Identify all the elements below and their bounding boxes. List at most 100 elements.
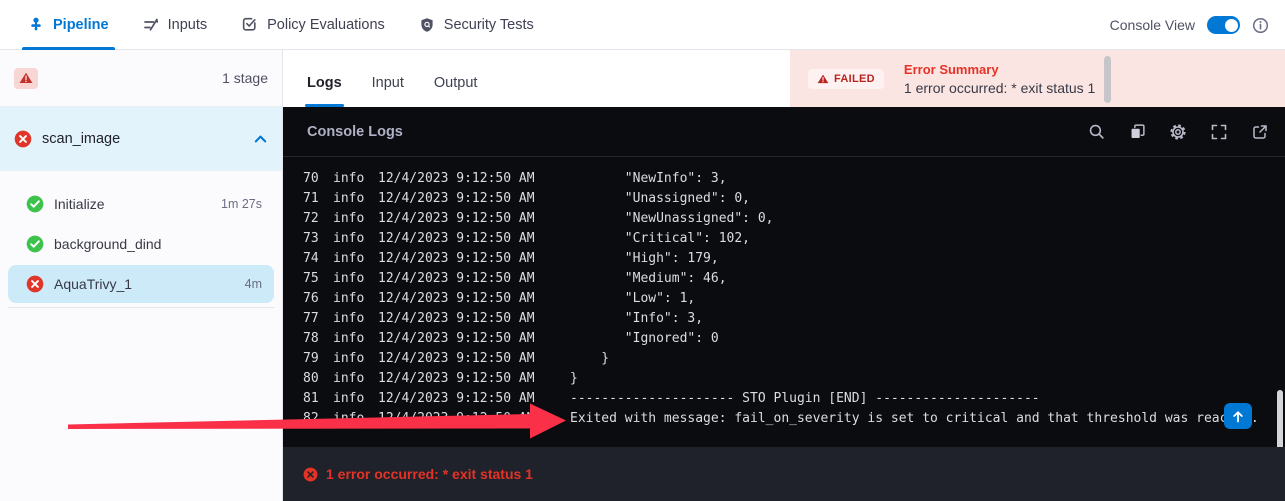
tab-logs[interactable]: Logs (307, 75, 342, 107)
step-name: Initialize (54, 196, 221, 212)
log-line: 76 info 12/4/2023 9:12:50 AM "Low": 1, (283, 288, 1285, 308)
log-message: "Critical": 102, (570, 231, 750, 246)
nav-right-controls: Console View (1110, 0, 1269, 50)
log-timestamp: 12/4/2023 9:12:50 AM (378, 311, 570, 326)
sidebar-header: 1 stage (0, 50, 282, 107)
log-level: info (333, 271, 378, 286)
log-timestamp: 12/4/2023 9:12:50 AM (378, 371, 570, 386)
inputs-icon (143, 17, 159, 33)
failed-badge-label: FAILED (834, 73, 875, 85)
log-message: "Medium": 46, (570, 271, 727, 286)
search-icon[interactable] (1087, 123, 1105, 141)
error-summary-title: Error Summary (904, 62, 1095, 77)
tab-label: Policy Evaluations (267, 17, 385, 33)
log-line-number: 72 (303, 211, 333, 226)
pipeline-failed-warning-icon (14, 68, 38, 89)
log-message: } (570, 371, 578, 386)
log-level: info (333, 351, 378, 366)
step-name: AquaTrivy_1 (54, 276, 245, 292)
tab-label: Pipeline (53, 17, 109, 33)
log-line-number: 75 (303, 271, 333, 286)
log-line: 79 info 12/4/2023 9:12:50 AM } (283, 348, 1285, 368)
tab-inputs[interactable]: Inputs (143, 0, 208, 50)
step-duration: 4m (245, 277, 262, 291)
up-arrow-icon (1232, 410, 1244, 423)
log-rows: 70 info 12/4/2023 9:12:50 AM "NewInfo": … (283, 172, 1285, 428)
tab-input[interactable]: Input (372, 75, 404, 107)
step-row-aquatrivy[interactable]: AquaTrivy_1 4m (8, 265, 274, 303)
step-row-initialize[interactable]: Initialize 1m 27s (8, 185, 274, 223)
chevron-up-icon[interactable] (253, 133, 268, 145)
log-line-number: 80 (303, 371, 333, 386)
log-message: } (570, 351, 609, 366)
console-view-label: Console View (1110, 17, 1195, 33)
log-timestamp: 12/4/2023 9:12:50 AM (378, 231, 570, 246)
error-summary-message: 1 error occurred: * exit status 1 (904, 80, 1095, 96)
pipeline-execution-page: Pipeline Inputs Policy Evaluations Secur… (0, 0, 1285, 501)
divider (8, 307, 274, 308)
console-scrollbar[interactable] (1277, 390, 1283, 452)
settings-gear-icon[interactable] (1169, 123, 1187, 141)
fullscreen-icon[interactable] (1210, 123, 1228, 141)
stage-count-label: 1 stage (222, 70, 268, 86)
console-logs-panel: Console Logs 70 (283, 107, 1285, 447)
log-line-number: 74 (303, 251, 333, 266)
scroll-to-top-button[interactable] (1224, 403, 1252, 429)
tab-output[interactable]: Output (434, 75, 478, 107)
failed-badge: FAILED (808, 69, 884, 89)
error-panel-scrollbar[interactable] (1104, 56, 1111, 103)
log-line-number: 81 (303, 391, 333, 406)
console-title: Console Logs (307, 124, 1087, 140)
console-toolbar (1087, 123, 1269, 141)
log-timestamp: 12/4/2023 9:12:50 AM (378, 191, 570, 206)
log-line: 77 info 12/4/2023 9:12:50 AM "Info": 3, (283, 308, 1285, 328)
security-shield-icon (419, 17, 435, 33)
log-timestamp: 12/4/2023 9:12:50 AM (378, 411, 570, 426)
log-message: --------------------- STO Plugin [END] -… (570, 391, 1040, 406)
copy-icon[interactable] (1128, 123, 1146, 141)
log-timestamp: 12/4/2023 9:12:50 AM (378, 331, 570, 346)
log-level: info (333, 331, 378, 346)
log-level: info (333, 172, 378, 186)
log-message: "NewUnassigned": 0, (570, 211, 774, 226)
console-view-toggle[interactable] (1207, 16, 1240, 34)
log-level: info (333, 311, 378, 326)
log-line-number: 73 (303, 231, 333, 246)
log-timestamp: 12/4/2023 9:12:50 AM (378, 291, 570, 306)
log-line-number: 77 (303, 311, 333, 326)
info-icon[interactable] (1252, 17, 1269, 34)
toggle-knob (1225, 19, 1238, 32)
failed-status-icon (26, 275, 44, 293)
log-line: 75 info 12/4/2023 9:12:50 AM "Medium": 4… (283, 268, 1285, 288)
step-name: background_dind (54, 236, 262, 252)
log-line: 78 info 12/4/2023 9:12:50 AM "Ignored": … (283, 328, 1285, 348)
stage-row-scan-image[interactable]: scan_image (0, 107, 282, 171)
stage-name: scan_image (42, 131, 253, 147)
log-line: 81 info 12/4/2023 9:12:50 AM -----------… (283, 388, 1285, 408)
footer-error-message: 1 error occurred: * exit status 1 (326, 466, 533, 482)
log-level: info (333, 291, 378, 306)
tab-pipeline[interactable]: Pipeline (28, 0, 109, 50)
log-message: "Unassigned": 0, (570, 191, 750, 206)
log-line: 82 info 12/4/2023 9:12:50 AM Exited with… (283, 408, 1285, 428)
log-level: info (333, 391, 378, 406)
log-timestamp: 12/4/2023 9:12:50 AM (378, 271, 570, 286)
step-duration: 1m 27s (221, 197, 262, 211)
pipeline-icon (28, 17, 44, 33)
log-line-number: 78 (303, 331, 333, 346)
tab-policy-evaluations[interactable]: Policy Evaluations (241, 0, 385, 50)
step-row-background-dind[interactable]: background_dind (8, 225, 274, 263)
log-level: info (333, 211, 378, 226)
console-header: Console Logs (283, 107, 1285, 157)
log-line-number: 70 (303, 172, 333, 186)
tab-security-tests[interactable]: Security Tests (419, 0, 534, 50)
detail-tabs: Logs Input Output (283, 50, 790, 107)
log-level: info (333, 411, 378, 426)
log-message: "Info": 3, (570, 311, 703, 326)
log-timestamp: 12/4/2023 9:12:50 AM (378, 211, 570, 226)
log-message: "Ignored": 0 (570, 331, 719, 346)
log-line: 74 info 12/4/2023 9:12:50 AM "High": 179… (283, 248, 1285, 268)
log-line-number: 76 (303, 291, 333, 306)
open-in-new-icon[interactable] (1251, 123, 1269, 141)
footer-error-bar: 1 error occurred: * exit status 1 (283, 447, 1285, 501)
